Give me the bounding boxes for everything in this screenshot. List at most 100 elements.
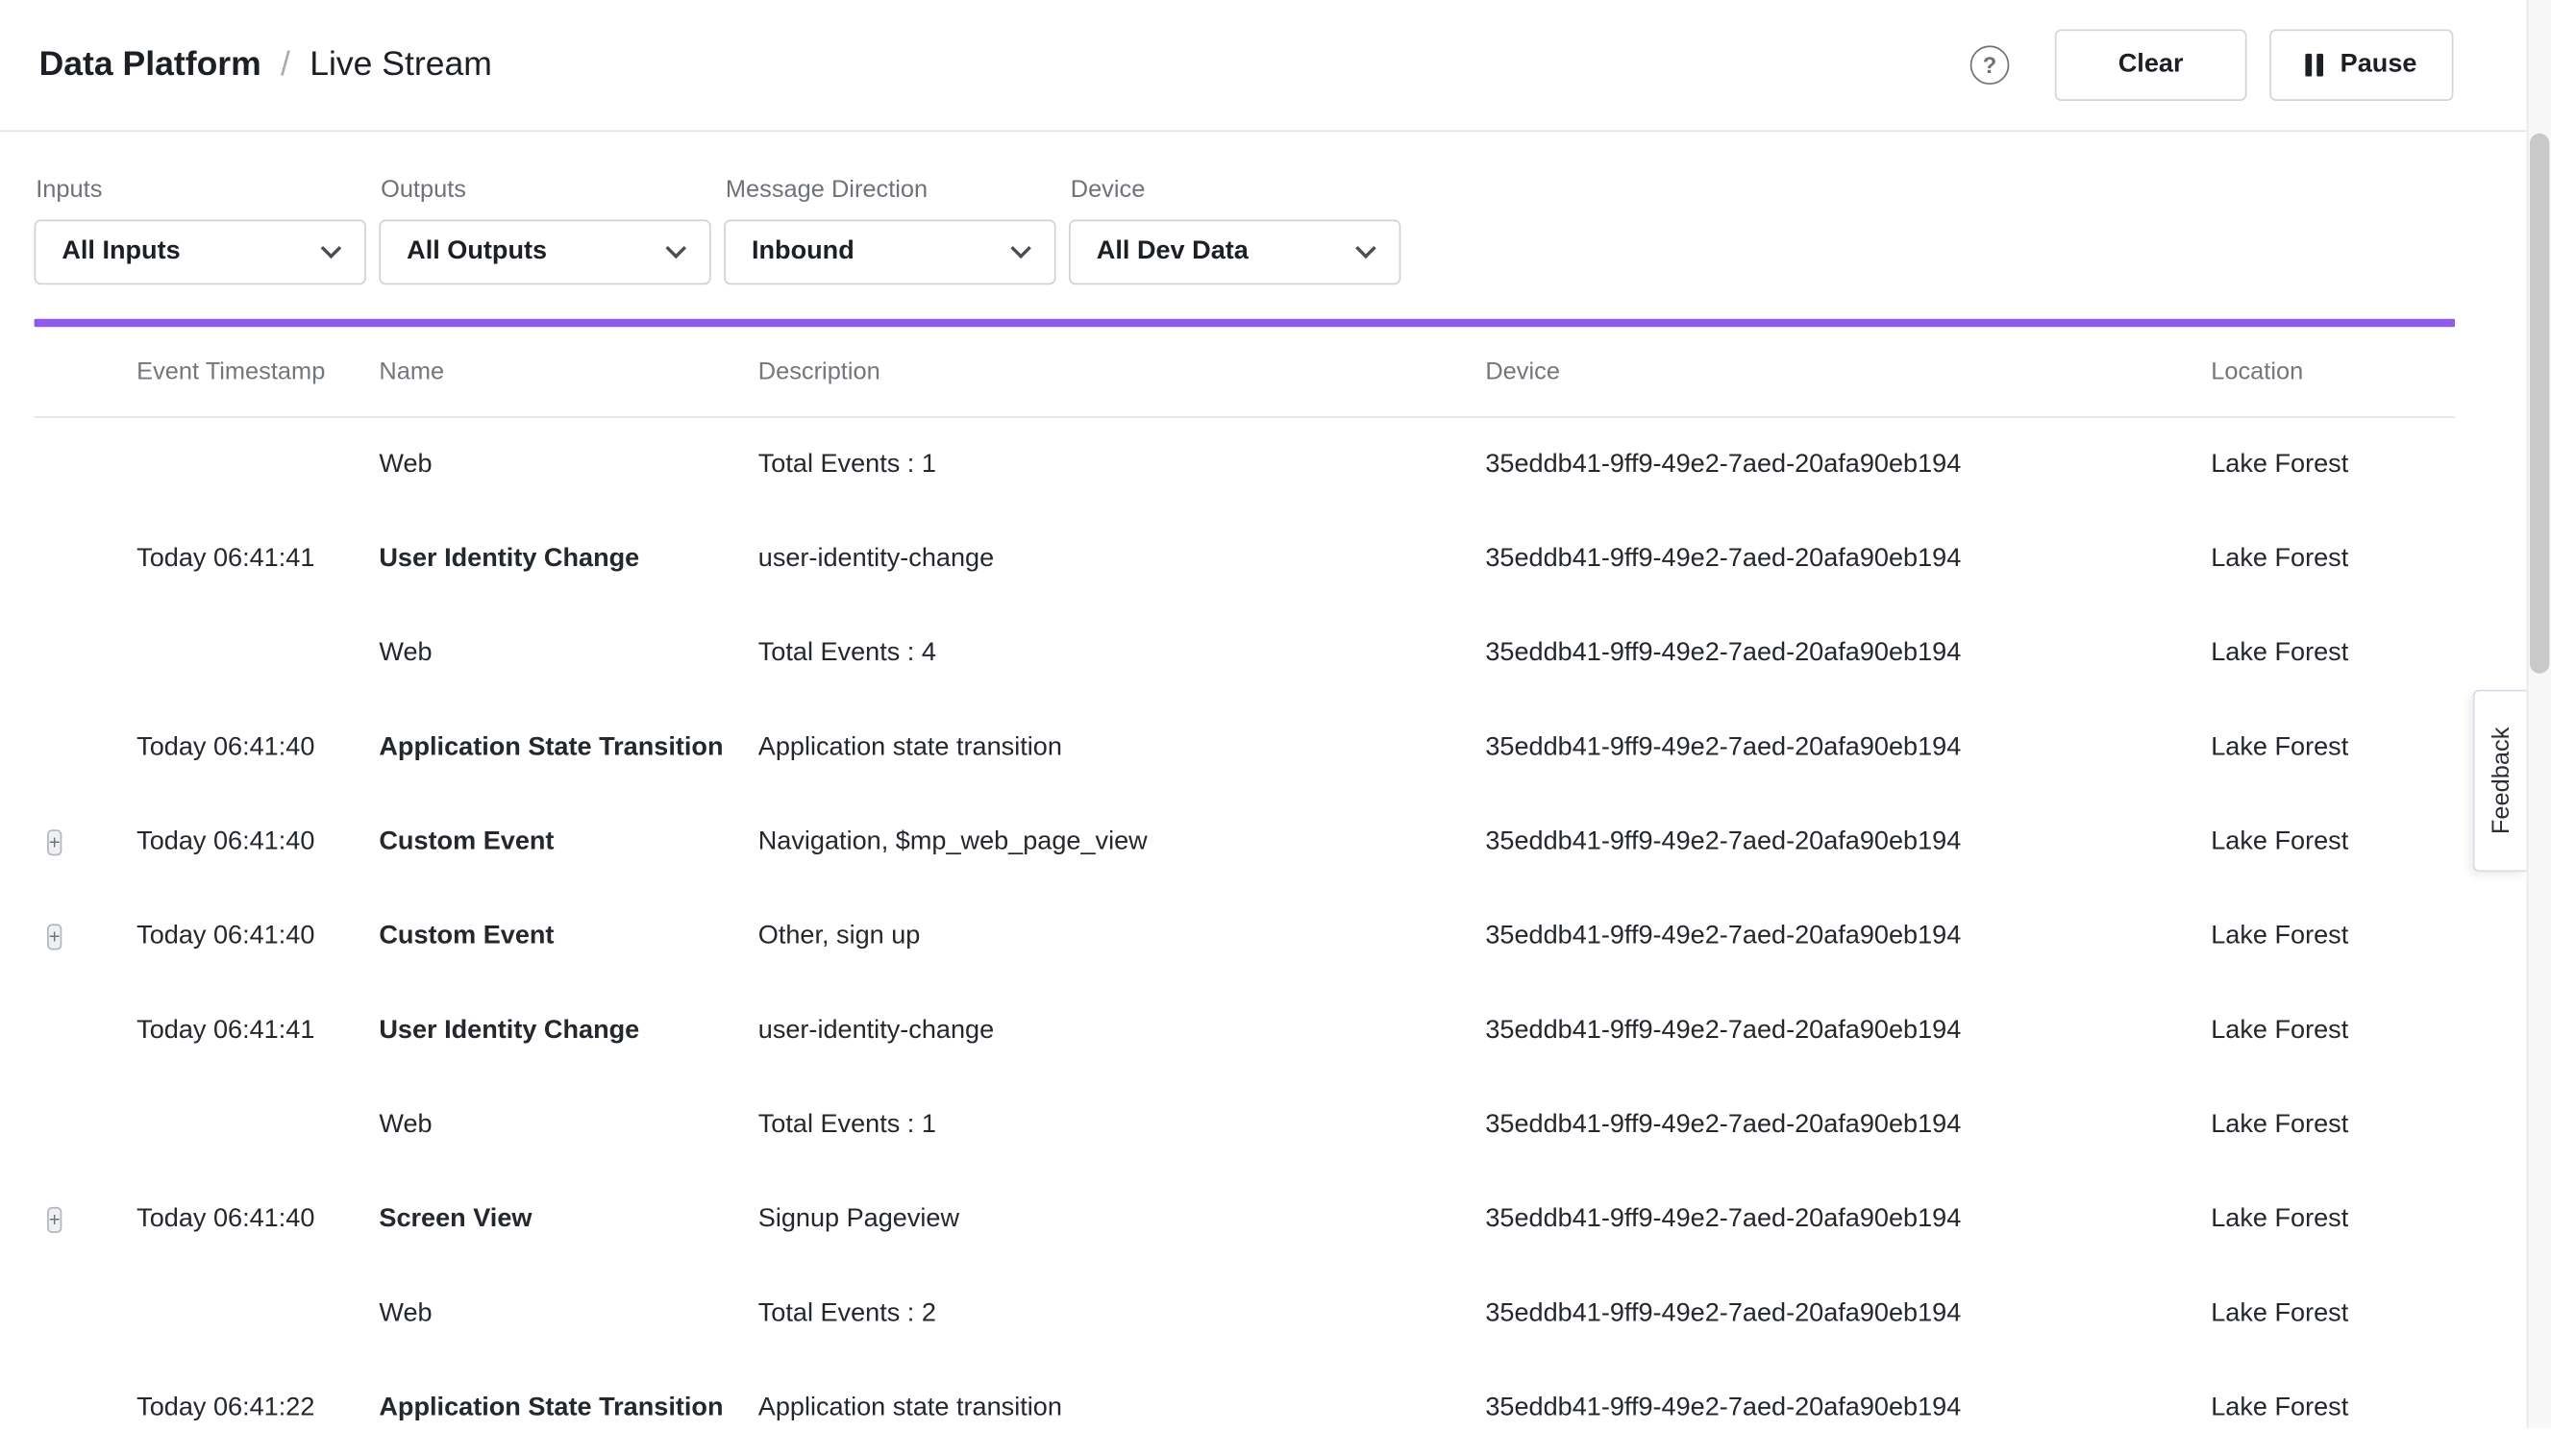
cell-location: Lake Forest xyxy=(2211,451,2455,480)
cell-location: Lake Forest xyxy=(2211,1017,2455,1046)
cell-location: Lake Forest xyxy=(2211,1394,2455,1423)
chevron-down-icon xyxy=(321,237,342,259)
expand-row-icon[interactable]: + xyxy=(47,1207,62,1233)
filter-message-direction: Message Direction Inbound xyxy=(724,176,1055,284)
device-dropdown-value: All Dev Data xyxy=(1097,237,1249,266)
table-body: + Web Total Events : 1 35eddb41-9ff9-49e… xyxy=(35,418,2456,1456)
cell-timestamp: Today 06:41:40 xyxy=(136,733,379,762)
clear-button[interactable]: Clear xyxy=(2055,29,2247,100)
main-content: Inputs All Inputs Outputs All Outputs Me… xyxy=(35,132,2456,1456)
cell-name: Application State Transition xyxy=(379,1394,757,1423)
page-header: Data Platform / Live Stream ? Clear Paus… xyxy=(0,0,2551,132)
table-row[interactable]: + Today 06:41:40 Custom Event Other, sig… xyxy=(35,890,2456,984)
cell-location: Lake Forest xyxy=(2211,828,2455,857)
cell-description: Total Events : 1 xyxy=(758,451,1486,480)
cell-device: 35eddb41-9ff9-49e2-7aed-20afa90eb194 xyxy=(1485,1299,2211,1328)
feedback-tab[interactable]: Feedback xyxy=(2473,690,2527,873)
pause-button[interactable]: Pause xyxy=(2269,29,2453,100)
table-row[interactable]: + Today 06:41:40 Custom Event Navigation… xyxy=(35,796,2456,890)
cell-description: Total Events : 4 xyxy=(758,639,1486,668)
cell-name: Web xyxy=(379,1299,757,1328)
events-table: Event Timestamp Name Description Device … xyxy=(35,327,2456,1456)
cell-device: 35eddb41-9ff9-49e2-7aed-20afa90eb194 xyxy=(1485,639,2211,668)
message-direction-dropdown-value: Inbound xyxy=(752,237,854,266)
filter-outputs-label: Outputs xyxy=(379,176,710,204)
expand-row-icon[interactable]: + xyxy=(47,924,62,950)
cell-name: Custom Event xyxy=(379,923,757,951)
cell-description: Total Events : 2 xyxy=(758,1299,1486,1328)
cell-name: Web xyxy=(379,451,757,480)
accent-bar xyxy=(35,319,2456,327)
cell-device: 35eddb41-9ff9-49e2-7aed-20afa90eb194 xyxy=(1485,545,2211,574)
cell-timestamp: Today 06:41:40 xyxy=(136,1205,379,1234)
page-title: Live Stream xyxy=(310,45,492,85)
outputs-dropdown-value: All Outputs xyxy=(407,237,547,266)
cell-name: Screen View xyxy=(379,1205,757,1234)
cell-timestamp: Today 06:41:40 xyxy=(136,923,379,951)
cell-timestamp: Today 06:41:40 xyxy=(136,828,379,857)
breadcrumb: Data Platform / Live Stream xyxy=(39,45,492,85)
cell-description: user-identity-change xyxy=(758,1017,1486,1046)
cell-name: Custom Event xyxy=(379,828,757,857)
table-row[interactable]: + Today 06:41:41 User Identity Change us… xyxy=(35,984,2456,1078)
filter-outputs: Outputs All Outputs xyxy=(379,176,710,284)
device-dropdown[interactable]: All Dev Data xyxy=(1069,220,1400,285)
filter-device: Device All Dev Data xyxy=(1069,176,1400,284)
cell-name: Web xyxy=(379,639,757,668)
inputs-dropdown-value: All Inputs xyxy=(62,237,180,266)
cell-device: 35eddb41-9ff9-49e2-7aed-20afa90eb194 xyxy=(1485,733,2211,762)
column-header-location: Location xyxy=(2211,358,2455,385)
chevron-down-icon xyxy=(1010,237,1031,259)
live-stream-page: Data Platform / Live Stream ? Clear Paus… xyxy=(0,0,2551,1428)
table-row[interactable]: + Web Total Events : 1 35eddb41-9ff9-49e… xyxy=(35,1078,2456,1172)
cell-name: User Identity Change xyxy=(379,1017,757,1046)
cell-description: Navigation, $mp_web_page_view xyxy=(758,828,1486,857)
cell-description: Application state transition xyxy=(758,1394,1486,1423)
column-header-name: Name xyxy=(379,358,757,385)
pause-button-label: Pause xyxy=(2340,50,2417,79)
table-row[interactable]: + Web Total Events : 2 35eddb41-9ff9-49e… xyxy=(35,1268,2456,1362)
column-header-timestamp: Event Timestamp xyxy=(136,358,379,385)
table-row[interactable]: + Today 06:41:41 User Identity Change us… xyxy=(35,512,2456,606)
inputs-dropdown[interactable]: All Inputs xyxy=(35,220,366,285)
cell-device: 35eddb41-9ff9-49e2-7aed-20afa90eb194 xyxy=(1485,923,2211,951)
table-row[interactable]: + Today 06:41:22 Application State Trans… xyxy=(35,1362,2456,1456)
filter-message-direction-label: Message Direction xyxy=(724,176,1055,204)
chevron-down-icon xyxy=(1355,237,1376,259)
breadcrumb-separator: / xyxy=(281,45,290,85)
expand-row-icon[interactable]: + xyxy=(47,829,62,855)
table-row[interactable]: + Today 06:41:40 Application State Trans… xyxy=(35,702,2456,796)
cell-timestamp: Today 06:41:41 xyxy=(136,1017,379,1046)
chevron-down-icon xyxy=(666,237,687,259)
cell-timestamp: Today 06:41:22 xyxy=(136,1394,379,1423)
cell-description: Signup Pageview xyxy=(758,1205,1486,1234)
outputs-dropdown[interactable]: All Outputs xyxy=(379,220,710,285)
filter-inputs: Inputs All Inputs xyxy=(35,176,366,284)
help-icon[interactable]: ? xyxy=(1970,45,2010,85)
feedback-tab-label: Feedback xyxy=(2487,728,2514,835)
cell-location: Lake Forest xyxy=(2211,1111,2455,1140)
table-row[interactable]: + Today 06:41:40 Screen View Signup Page… xyxy=(35,1172,2456,1267)
breadcrumb-section[interactable]: Data Platform xyxy=(39,45,261,85)
scrollbar-thumb[interactable] xyxy=(2530,134,2549,674)
message-direction-dropdown[interactable]: Inbound xyxy=(724,220,1055,285)
column-header-device: Device xyxy=(1485,358,2211,385)
filter-bar: Inputs All Inputs Outputs All Outputs Me… xyxy=(35,132,2456,284)
table-row[interactable]: + Web Total Events : 1 35eddb41-9ff9-49e… xyxy=(35,418,2456,512)
cell-location: Lake Forest xyxy=(2211,639,2455,668)
table-row[interactable]: + Web Total Events : 4 35eddb41-9ff9-49e… xyxy=(35,606,2456,701)
cell-location: Lake Forest xyxy=(2211,1299,2455,1328)
cell-description: user-identity-change xyxy=(758,545,1486,574)
cell-description: Total Events : 1 xyxy=(758,1111,1486,1140)
cell-device: 35eddb41-9ff9-49e2-7aed-20afa90eb194 xyxy=(1485,1205,2211,1234)
cell-name: Application State Transition xyxy=(379,733,757,762)
column-header-description: Description xyxy=(758,358,1486,385)
cell-device: 35eddb41-9ff9-49e2-7aed-20afa90eb194 xyxy=(1485,1111,2211,1140)
filter-inputs-label: Inputs xyxy=(35,176,366,204)
cell-device: 35eddb41-9ff9-49e2-7aed-20afa90eb194 xyxy=(1485,1394,2211,1423)
cell-location: Lake Forest xyxy=(2211,1205,2455,1234)
pause-icon xyxy=(2306,54,2324,77)
filter-device-label: Device xyxy=(1069,176,1400,204)
cell-name: Web xyxy=(379,1111,757,1140)
scrollbar-track[interactable] xyxy=(2527,0,2551,1428)
